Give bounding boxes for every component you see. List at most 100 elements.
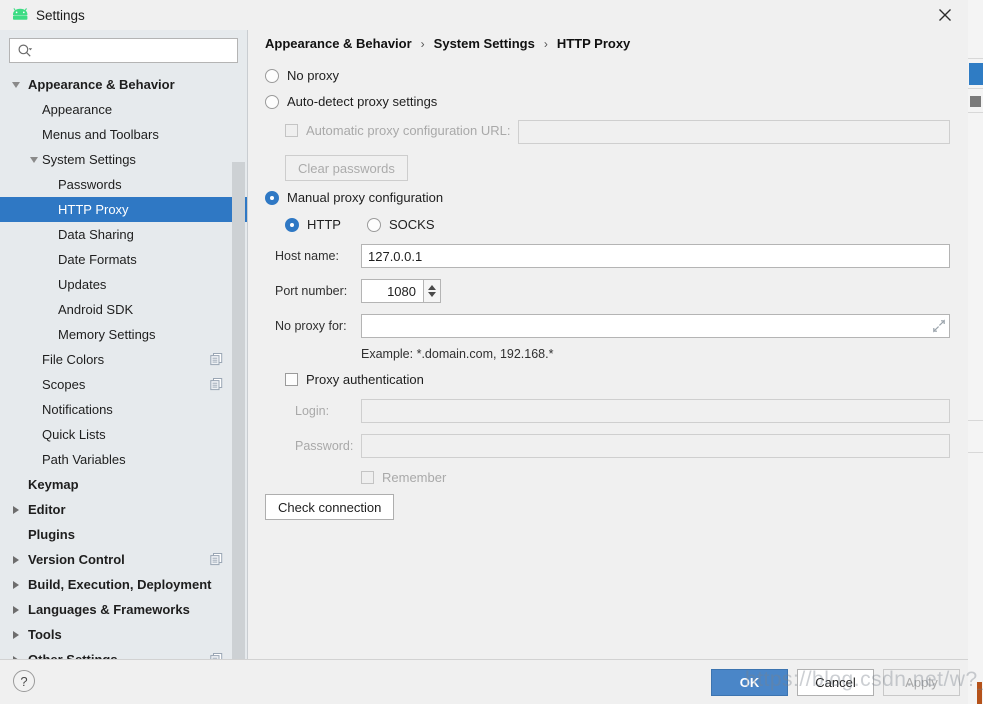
chevron-right-icon[interactable]: [10, 579, 22, 591]
password-input: [361, 434, 950, 458]
port-spinner-buttons[interactable]: [424, 279, 441, 303]
sidebar-item-label: Passwords: [58, 177, 122, 192]
sidebar-item-passwords[interactable]: Passwords: [0, 172, 247, 197]
sidebar-item-scopes[interactable]: Scopes: [0, 372, 247, 397]
sidebar-item-other-settings[interactable]: Other Settings: [0, 647, 247, 659]
sidebar-item-appearance-behavior[interactable]: Appearance & Behavior: [0, 72, 247, 97]
settings-sidebar: Appearance & Behavior Appearance Menus and…: [0, 30, 248, 659]
sidebar-item-label: Tools: [28, 627, 62, 642]
sidebar-item-label: Plugins: [28, 527, 75, 542]
close-icon[interactable]: [922, 0, 968, 30]
remember-label: Remember: [382, 470, 447, 485]
spinner-down-icon[interactable]: [428, 292, 436, 297]
login-input: [361, 399, 950, 423]
port-number-input[interactable]: [361, 279, 424, 303]
cancel-button[interactable]: Cancel: [797, 669, 874, 696]
manual-proxy-radio[interactable]: [265, 190, 279, 205]
sidebar-scrollbar-track[interactable]: [232, 96, 246, 659]
auto-detect-label: Auto-detect proxy settings: [287, 94, 438, 109]
chevron-down-icon[interactable]: [28, 154, 40, 166]
socks-option[interactable]: SOCKS: [367, 217, 435, 232]
sidebar-item-android-sdk[interactable]: Android SDK: [0, 297, 247, 322]
breadcrumb: Appearance & Behavior › System Settings › HT…: [265, 36, 630, 51]
project-scope-icon: [210, 553, 223, 566]
socks-radio[interactable]: [367, 217, 381, 232]
chevron-right-icon[interactable]: [10, 504, 22, 516]
port-number-label: Port number:: [275, 284, 348, 298]
chevron-right-icon[interactable]: [10, 554, 22, 566]
sidebar-item-build-execution-deployment[interactable]: Build, Execution, Deployment: [0, 572, 247, 597]
sidebar-item-data-sharing[interactable]: Data Sharing: [0, 222, 247, 247]
proxy-authentication-checkbox[interactable]: [285, 373, 298, 386]
sidebar-item-quick-lists[interactable]: Quick Lists: [0, 422, 247, 447]
pac-url-option: Automatic proxy configuration URL:: [285, 123, 510, 138]
sidebar-item-label: Data Sharing: [58, 227, 134, 242]
no-proxy-for-input[interactable]: [361, 314, 950, 338]
http-radio[interactable]: [285, 217, 299, 232]
title-bar: Settings: [0, 0, 968, 30]
sidebar-item-label: Scopes: [42, 377, 86, 392]
chevron-down-icon[interactable]: [10, 79, 22, 91]
auto-detect-radio[interactable]: [265, 94, 279, 109]
sidebar-item-label: Other Settings: [28, 652, 118, 659]
sidebar-scrollbar-thumb[interactable]: [232, 162, 245, 659]
clear-passwords-button: Clear passwords: [285, 155, 408, 181]
proxy-authentication-option[interactable]: Proxy authentication: [285, 372, 424, 387]
pac-url-input: [518, 120, 950, 144]
manual-proxy-option[interactable]: Manual proxy configuration: [265, 190, 443, 205]
http-label: HTTP: [307, 217, 341, 232]
no-proxy-for-field[interactable]: [361, 314, 950, 338]
sidebar-item-keymap[interactable]: Keymap: [0, 472, 247, 497]
sidebar-item-version-control[interactable]: Version Control: [0, 547, 247, 572]
check-connection-button[interactable]: Check connection: [265, 494, 395, 520]
sidebar-item-label: Updates: [58, 277, 107, 292]
sidebar-item-label: Appearance: [42, 102, 113, 117]
sidebar-item-updates[interactable]: Updates: [0, 272, 247, 297]
apply-button: Apply: [883, 669, 960, 696]
breadcrumb-part-1[interactable]: System Settings: [434, 36, 535, 51]
background-blue-marker: [969, 63, 983, 85]
no-proxy-option[interactable]: No proxy: [265, 68, 339, 83]
sidebar-item-plugins[interactable]: Plugins: [0, 522, 247, 547]
sidebar-item-menus-and-toolbars[interactable]: Menus and Toolbars: [0, 122, 247, 147]
manual-proxy-label: Manual proxy configuration: [287, 190, 444, 205]
background-gray-icon: [970, 96, 981, 107]
no-proxy-label: No proxy: [287, 68, 340, 83]
sidebar-item-path-variables[interactable]: Path Variables: [0, 447, 247, 472]
help-icon[interactable]: ?: [13, 670, 35, 692]
window-title: Settings: [36, 7, 85, 23]
sidebar-item-label: HTTP Proxy: [58, 202, 129, 217]
search-box[interactable]: [9, 38, 238, 63]
pac-url-label: Automatic proxy configuration URL:: [306, 123, 511, 138]
no-proxy-example-hint: Example: *.domain.com, 192.168.*: [361, 347, 554, 361]
breadcrumb-part-0[interactable]: Appearance & Behavior: [265, 36, 412, 51]
spinner-up-icon[interactable]: [428, 285, 436, 290]
chevron-right-icon[interactable]: [10, 629, 22, 641]
sidebar-item-appearance[interactable]: Appearance: [0, 97, 247, 122]
login-label: Login:: [295, 404, 330, 418]
remember-option: Remember: [361, 470, 446, 485]
auto-detect-option[interactable]: Auto-detect proxy settings: [265, 94, 437, 109]
sidebar-item-label: File Colors: [42, 352, 105, 367]
ok-button[interactable]: OK: [711, 669, 788, 696]
http-option[interactable]: HTTP: [285, 217, 341, 232]
chevron-right-icon[interactable]: [10, 604, 22, 616]
sidebar-item-file-colors[interactable]: File Colors: [0, 347, 247, 372]
sidebar-item-memory-settings[interactable]: Memory Settings: [0, 322, 247, 347]
no-proxy-radio[interactable]: [265, 68, 279, 83]
sidebar-item-label: Appearance & Behavior: [28, 77, 175, 92]
sidebar-item-date-formats[interactable]: Date Formats: [0, 247, 247, 272]
host-name-input[interactable]: [361, 244, 950, 268]
sidebar-item-languages-frameworks[interactable]: Languages & Frameworks: [0, 597, 247, 622]
sidebar-item-tools[interactable]: Tools: [0, 622, 247, 647]
sidebar-item-label: Editor: [28, 502, 66, 517]
sidebar-item-system-settings[interactable]: System Settings: [0, 147, 247, 172]
sidebar-item-editor[interactable]: Editor: [0, 497, 247, 522]
breadcrumb-part-2: HTTP Proxy: [556, 36, 631, 51]
port-number-stepper[interactable]: [361, 279, 441, 303]
search-input[interactable]: [35, 39, 237, 62]
expand-icon[interactable]: [932, 319, 946, 333]
sidebar-item-http-proxy[interactable]: HTTP Proxy: [0, 197, 247, 222]
sidebar-item-label: Date Formats: [58, 252, 137, 267]
sidebar-item-notifications[interactable]: Notifications: [0, 397, 247, 422]
